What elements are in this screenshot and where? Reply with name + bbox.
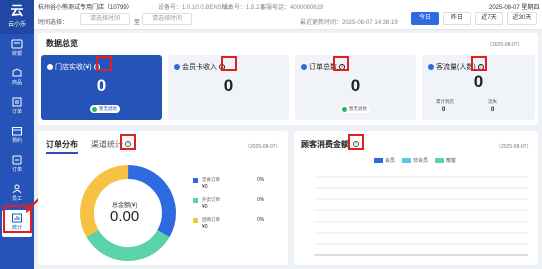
top-bar: 杭州谷小熊测试专用门店（10799） 设备号：1.0.10.0.BENSHU 版…	[34, 0, 542, 30]
highlight-traffic-help	[471, 56, 487, 71]
legend-swatch-member	[374, 158, 383, 163]
order-date: （2025-08-07）	[245, 144, 281, 150]
range-30days-button[interactable]: 近30天	[507, 12, 537, 25]
check-icon	[342, 106, 347, 112]
range-7days-button[interactable]: 近7天	[475, 12, 503, 25]
card-order-total: 订单总数 ? 0 暂无退款	[295, 55, 416, 120]
check-icon	[92, 106, 97, 112]
overview-date: （2025-08-07）	[487, 42, 523, 48]
refund-badge: 暂无退款	[90, 105, 120, 113]
range-today-button[interactable]: 今日	[411, 12, 439, 25]
date-to-label: 至	[134, 20, 141, 26]
store-name: 杭州谷小熊测试专用门店（10799）	[38, 5, 133, 11]
highlight-store-help	[96, 56, 112, 71]
card-value: 0	[223, 76, 234, 95]
last-update: 最近更新时间：2025-08-07 14:38:19	[300, 20, 398, 26]
total-amount-value: 0.00	[110, 208, 140, 225]
date-end-input[interactable]: 请选择时间	[142, 13, 192, 25]
highlight-order-help	[333, 56, 349, 71]
card-label: 会员卡收入	[182, 64, 217, 71]
refund-badge: 暂无退款	[340, 105, 370, 113]
date-start-input[interactable]: 请选择时间	[80, 13, 130, 25]
people-icon	[428, 64, 434, 70]
highlight-spend-help	[348, 134, 364, 150]
current-datetime: 2025-08-07 星期四	[489, 5, 540, 11]
tab-channel-stats[interactable]: 渠道统计	[91, 139, 123, 150]
highlight-order-help2	[120, 134, 136, 150]
time-select-label: 时间选择：	[38, 20, 69, 26]
legend-swatch-nonmember	[402, 158, 411, 163]
device-no: 设备号：1.0.10.0.BENSHU	[158, 5, 231, 11]
card-value: 0	[473, 72, 484, 91]
legend-nonmember: 非会员	[413, 158, 429, 164]
card-value: 0	[96, 76, 107, 95]
tab-order-distribution[interactable]: 订单分布	[46, 139, 78, 154]
lost-value: 0	[491, 107, 495, 113]
version-no: 版本号：1.5.2.1	[222, 5, 265, 11]
spend-date: （2025-08-07）	[496, 144, 532, 150]
legend-takeout: 外卖订单 ¥0 0%	[193, 197, 283, 212]
legend-swatch-walkin	[435, 158, 444, 163]
spend-bar-chart	[314, 176, 528, 256]
lost-label: 流失	[488, 99, 497, 104]
visit-value: 0	[442, 107, 446, 113]
highlight-member-help	[221, 56, 237, 71]
legend-member: 会员	[385, 158, 396, 164]
order-total-icon	[301, 64, 307, 70]
card-label: 门店实收(¥)	[55, 64, 92, 71]
spend-legend: 会员 非会员 散客	[374, 157, 464, 165]
overview-title: 数据总览	[46, 39, 78, 48]
card-value: 0	[350, 76, 361, 95]
legend-group: 团购订单 ¥0 0%	[193, 217, 283, 232]
legend-dine: 堂食订单 ¥0 0%	[193, 177, 283, 192]
card-icon	[174, 64, 180, 70]
legend-swatch	[193, 218, 198, 223]
range-yesterday-button[interactable]: 昨日	[443, 12, 471, 25]
legend-swatch	[193, 198, 198, 203]
legend-swatch	[193, 178, 198, 183]
store-icon	[47, 64, 53, 70]
spend-title: 顾客消费金额	[301, 140, 349, 149]
visit-label: 累计到店	[436, 99, 454, 104]
card-label: 客流量(人数)	[436, 64, 476, 71]
hotline: 客服电话：4000080629	[260, 5, 324, 11]
legend-walkin: 散客	[446, 158, 457, 164]
